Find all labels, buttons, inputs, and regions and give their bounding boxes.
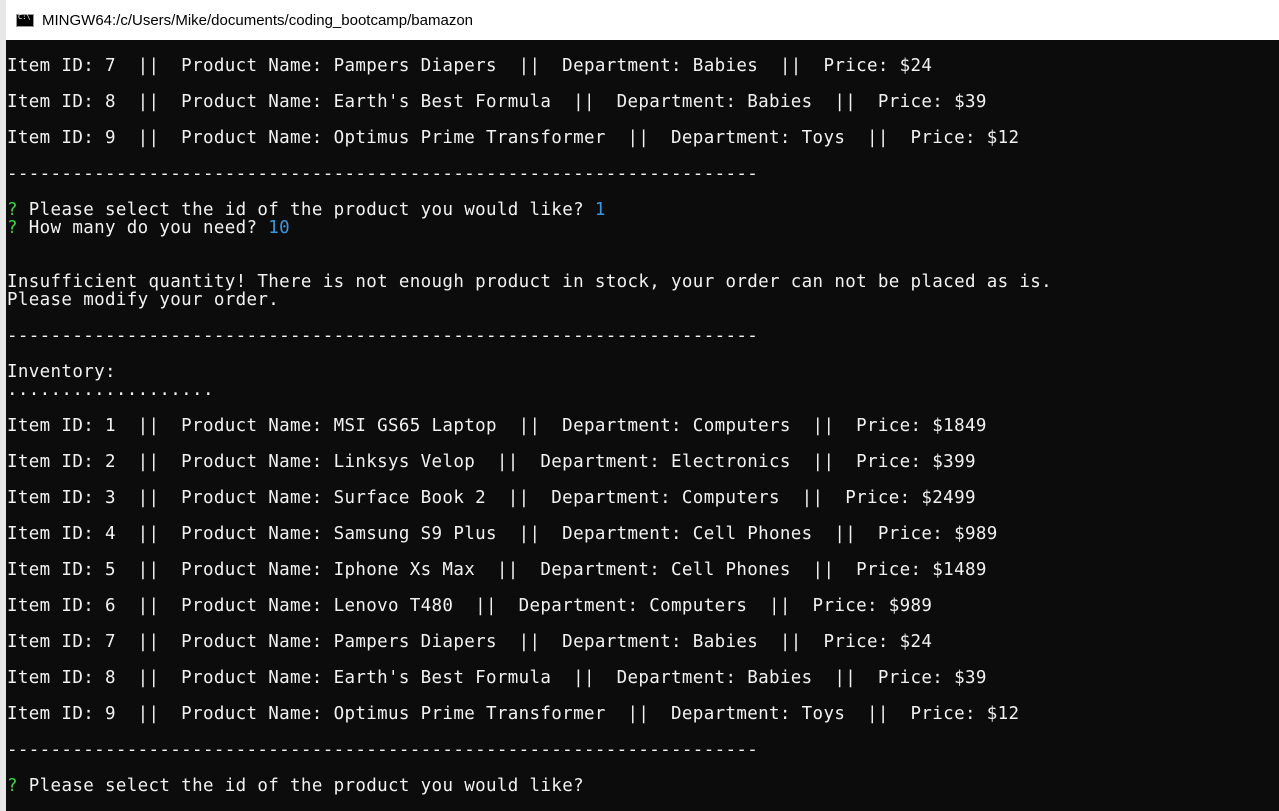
prompt-answer: 10 [268, 218, 291, 238]
inventory-row: Item ID: 3 || Product Name: Surface Book… [7, 488, 976, 508]
error-message: Please modify your order. [7, 290, 280, 310]
separator-line: ----------------------------------------… [7, 740, 759, 760]
inventory-row: Item ID: 6 || Product Name: Lenovo T480 … [7, 596, 933, 616]
error-message: Insufficient quantity! There is not enou… [7, 272, 1053, 292]
prompt-question: Please select the id of the product you … [28, 200, 584, 220]
inventory-row: Item ID: 8 || Product Name: Earth's Best… [7, 668, 987, 688]
product-row: Item ID: 8 || Product Name: Earth's Best… [7, 92, 987, 112]
prompt-mark: ? [7, 218, 18, 238]
product-row: Item ID: 9 || Product Name: Optimus Prim… [7, 128, 1020, 148]
prompt-answer: 1 [594, 200, 606, 220]
inventory-dots: ................... [7, 380, 214, 400]
window-title: MINGW64:/c/Users/Mike/documents/coding_b… [42, 11, 474, 29]
quantity-prompt: ? How many do you need? 10 [7, 218, 290, 238]
separator-line: ----------------------------------------… [7, 326, 759, 346]
inventory-row: Item ID: 9 || Product Name: Optimus Prim… [7, 704, 1020, 724]
terminal-output[interactable]: Item ID: 7 || Product Name: Pampers Diap… [6, 40, 1279, 811]
prompt-mark: ? [7, 776, 18, 796]
terminal-app-icon[interactable] [16, 13, 34, 27]
inventory-label: Inventory: [7, 362, 116, 382]
active-select-prompt[interactable]: ? Please select the id of the product yo… [7, 776, 584, 796]
inventory-row: Item ID: 1 || Product Name: MSI GS65 Lap… [7, 416, 987, 436]
inventory-row: Item ID: 2 || Product Name: Linksys Velo… [7, 452, 976, 472]
separator-line: ----------------------------------------… [7, 164, 759, 184]
inventory-row: Item ID: 4 || Product Name: Samsung S9 P… [7, 524, 998, 544]
prompt-mark: ? [7, 200, 18, 220]
product-row: Item ID: 7 || Product Name: Pampers Diap… [7, 56, 933, 76]
inventory-row: Item ID: 7 || Product Name: Pampers Diap… [7, 632, 933, 652]
prompt-question: Please select the id of the product you … [28, 776, 584, 796]
window-titlebar[interactable]: MINGW64:/c/Users/Mike/documents/coding_b… [6, 0, 1279, 41]
inventory-row: Item ID: 5 || Product Name: Iphone Xs Ma… [7, 560, 987, 580]
prompt-question: How many do you need? [28, 218, 258, 238]
select-prompt: ? Please select the id of the product yo… [7, 200, 606, 220]
